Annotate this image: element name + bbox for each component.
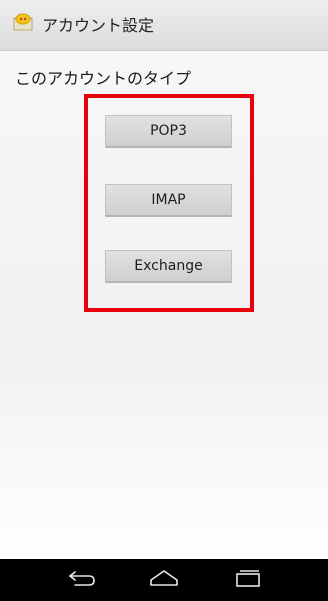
home-button[interactable] xyxy=(134,559,194,601)
home-icon xyxy=(149,569,179,591)
navigation-bar xyxy=(0,559,328,601)
back-icon xyxy=(67,570,97,590)
email-app-icon xyxy=(12,13,34,33)
back-button[interactable] xyxy=(52,559,112,601)
app-title: アカウント設定 xyxy=(42,16,155,35)
recent-apps-icon xyxy=(234,569,262,591)
pop3-button[interactable]: POP3 xyxy=(105,115,232,148)
action-bar: アカウント設定 xyxy=(0,0,328,51)
recent-apps-button[interactable] xyxy=(218,559,278,601)
content-area: このアカウントのタイプ POP3 IMAP Exchange xyxy=(0,51,328,559)
imap-button[interactable]: IMAP xyxy=(105,184,232,217)
exchange-button[interactable]: Exchange xyxy=(105,250,232,283)
screen: アカウント設定 このアカウントのタイプ POP3 IMAP Exchange xyxy=(0,0,328,601)
account-type-heading: このアカウントのタイプ xyxy=(15,69,192,88)
